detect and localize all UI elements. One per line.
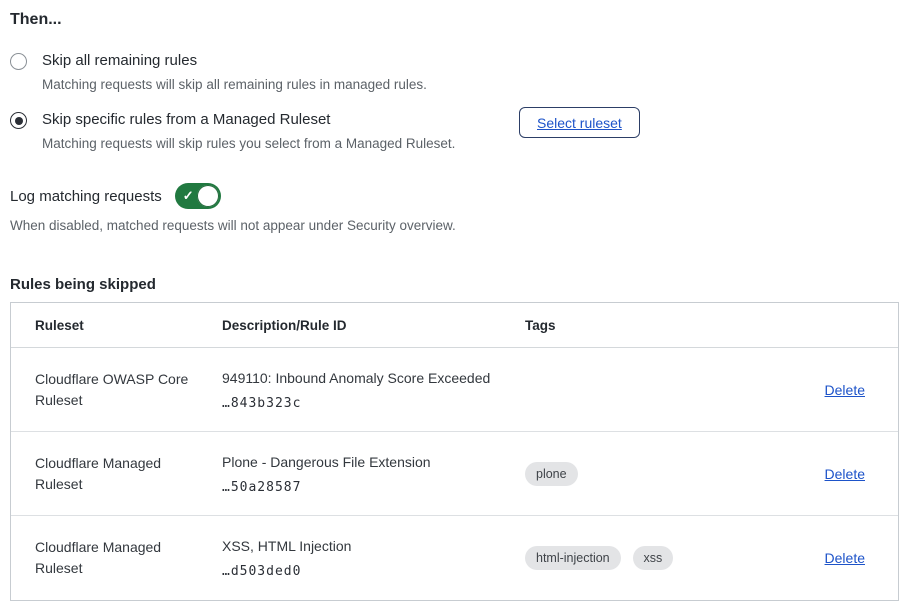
- waf-rule-action-panel: Then... Skip all remaining rules Matchin…: [0, 0, 911, 601]
- rule-id: …d503ded0: [222, 564, 525, 579]
- rule-id: …843b323c: [222, 396, 525, 411]
- rule-id: …50a28587: [222, 480, 525, 495]
- option-skip-specific-rules: Skip specific rules from a Managed Rules…: [10, 110, 899, 152]
- delete-link[interactable]: Delete: [825, 550, 865, 566]
- delete-link[interactable]: Delete: [825, 466, 865, 482]
- check-icon: ✓: [183, 187, 194, 205]
- actions-cell: Delete: [750, 516, 898, 600]
- option-description: Matching requests will skip all remainin…: [42, 76, 519, 93]
- action-options: Skip all remaining rules Matching reques…: [10, 51, 899, 152]
- rules-being-skipped-heading: Rules being skipped: [10, 276, 899, 293]
- tag-pill: xss: [633, 546, 674, 570]
- tags-cell: html-injection xss: [525, 516, 750, 600]
- rules-table: Ruleset Description/Rule ID Tags Cloudfl…: [10, 302, 899, 601]
- option-text: Skip specific rules from a Managed Rules…: [42, 110, 519, 152]
- log-matching-requests-label: Log matching requests: [10, 188, 162, 205]
- column-header-actions: [750, 303, 898, 348]
- actions-cell: Delete: [750, 348, 898, 432]
- radio-skip-all-remaining[interactable]: [10, 53, 27, 70]
- option-description: Matching requests will skip rules you se…: [42, 135, 519, 152]
- rule-description-cell: Plone - Dangerous File Extension …50a285…: [222, 432, 525, 516]
- rule-description-cell: 949110: Inbound Anomaly Score Exceeded ……: [222, 348, 525, 432]
- option-skip-all-remaining-rules: Skip all remaining rules Matching reques…: [10, 51, 899, 93]
- column-header-tags: Tags: [525, 303, 750, 348]
- tag-pill: html-injection: [525, 546, 621, 570]
- log-matching-requests-toggle[interactable]: ✓: [175, 183, 221, 209]
- tag-pill: plone: [525, 462, 578, 486]
- rule-description-cell: XSS, HTML Injection …d503ded0: [222, 516, 525, 600]
- radio-skip-specific[interactable]: [10, 112, 27, 129]
- table-row: Cloudflare Managed Ruleset Plone - Dange…: [11, 432, 898, 516]
- toggle-knob: [197, 185, 219, 207]
- column-header-ruleset: Ruleset: [11, 303, 222, 348]
- option-label[interactable]: Skip specific rules from a Managed Rules…: [42, 110, 519, 130]
- rule-description: Plone - Dangerous File Extension: [222, 453, 525, 471]
- ruleset-name: Cloudflare Managed Ruleset: [11, 516, 222, 600]
- table-header-row: Ruleset Description/Rule ID Tags: [11, 303, 898, 348]
- tags-cell: plone: [525, 432, 750, 516]
- log-toggle-description: When disabled, matched requests will not…: [10, 218, 899, 233]
- then-heading: Then...: [10, 11, 899, 29]
- log-matching-requests-row: Log matching requests ✓: [10, 183, 899, 209]
- delete-link[interactable]: Delete: [825, 382, 865, 398]
- actions-cell: Delete: [750, 432, 898, 516]
- table-row: Cloudflare OWASP Core Ruleset 949110: In…: [11, 348, 898, 432]
- rule-description: XSS, HTML Injection: [222, 537, 525, 555]
- ruleset-name: Cloudflare OWASP Core Ruleset: [11, 348, 222, 432]
- table-row: Cloudflare Managed Ruleset XSS, HTML Inj…: [11, 516, 898, 600]
- option-label[interactable]: Skip all remaining rules: [42, 51, 519, 71]
- ruleset-name: Cloudflare Managed Ruleset: [11, 432, 222, 516]
- tags-cell: [525, 348, 750, 432]
- select-ruleset-button[interactable]: Select ruleset: [519, 107, 640, 138]
- column-header-description-rule-id: Description/Rule ID: [222, 303, 525, 348]
- option-text: Skip all remaining rules Matching reques…: [42, 51, 519, 93]
- rule-description: 949110: Inbound Anomaly Score Exceeded: [222, 369, 525, 387]
